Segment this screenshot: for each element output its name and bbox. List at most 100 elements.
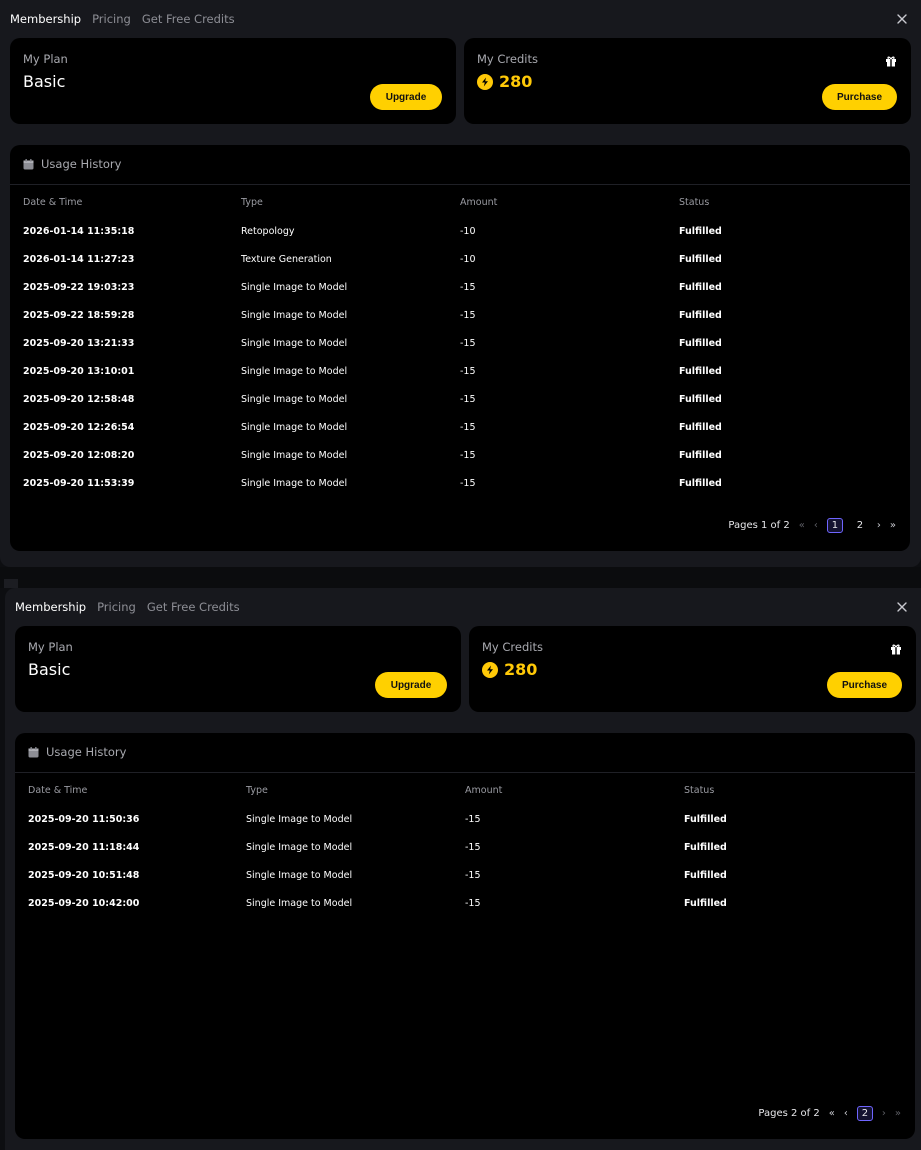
cell-amount: -15 xyxy=(465,841,481,853)
cell-date-time: 2025-09-20 11:50:36 xyxy=(28,813,140,825)
cell-type: Single Image to Model xyxy=(246,841,353,853)
cell-date-time: 2026-01-14 11:27:23 xyxy=(23,253,135,265)
tab-pricing[interactable]: Pricing xyxy=(92,12,131,26)
window-gap xyxy=(0,567,921,588)
cell-date-time: 2025-09-20 10:42:00 xyxy=(28,897,140,909)
pagination: Pages 1 of 2 « ‹ 1 2 › » xyxy=(728,518,896,533)
cell-amount: -15 xyxy=(460,365,476,377)
cell-amount: -10 xyxy=(460,225,476,237)
page-2-button[interactable]: 2 xyxy=(856,1106,873,1121)
cell-type: Texture Generation xyxy=(241,253,332,265)
cell-date-time: 2025-09-20 11:53:39 xyxy=(23,477,135,489)
cell-status: Fulfilled xyxy=(679,337,722,349)
upgrade-button[interactable]: Upgrade xyxy=(370,84,442,110)
usage-history-title: Usage History xyxy=(41,157,122,171)
table-row: 2025-09-20 12:08:20 Single Image to Model… xyxy=(23,441,897,469)
cell-status: Fulfilled xyxy=(679,225,722,237)
cell-type: Single Image to Model xyxy=(241,477,348,489)
close-icon[interactable] xyxy=(895,599,909,613)
usage-table: Date & Time Type Amount Status 2025-09-2… xyxy=(28,785,902,917)
cell-amount: -15 xyxy=(460,309,476,321)
pager-text: Pages 1 of 2 xyxy=(728,520,790,531)
tab-membership[interactable]: Membership xyxy=(15,600,86,614)
page-1-button[interactable]: 1 xyxy=(826,518,843,533)
table-row: 2025-09-20 10:42:00 Single Image to Model… xyxy=(28,889,902,917)
cell-amount: -15 xyxy=(465,813,481,825)
table-row: 2026-01-14 11:35:18 Retopology -10 Fulfille… xyxy=(23,217,897,245)
page-2-button[interactable]: 2 xyxy=(852,518,868,533)
first-page-icon[interactable]: « xyxy=(829,1108,835,1119)
cell-status: Fulfilled xyxy=(679,393,722,405)
my-credits-label: My Credits xyxy=(477,52,538,66)
usage-history-title: Usage History xyxy=(46,745,127,759)
tab-get-free-credits[interactable]: Get Free Credits xyxy=(142,12,235,26)
table-row: 2025-09-20 13:10:01 Single Image to Model… xyxy=(23,357,897,385)
cell-status: Fulfilled xyxy=(679,477,722,489)
prev-page-icon[interactable]: ‹ xyxy=(844,1108,848,1119)
column-type: Type xyxy=(246,785,268,796)
tab-get-free-credits[interactable]: Get Free Credits xyxy=(147,600,240,614)
my-credits-label: My Credits xyxy=(482,640,543,654)
cell-status: Fulfilled xyxy=(679,253,722,265)
gift-icon[interactable] xyxy=(885,52,897,67)
tab-membership[interactable]: Membership xyxy=(10,12,81,26)
tab-pricing[interactable]: Pricing xyxy=(97,600,136,614)
first-page-icon[interactable]: « xyxy=(799,520,805,531)
cell-status: Fulfilled xyxy=(679,421,722,433)
next-page-icon[interactable]: › xyxy=(882,1108,886,1119)
column-status: Status xyxy=(679,197,710,208)
usage-history-header: Usage History xyxy=(10,145,910,185)
cell-date-time: 2025-09-20 12:08:20 xyxy=(23,449,135,461)
usage-history-header: Usage History xyxy=(15,733,915,773)
close-icon[interactable] xyxy=(895,11,909,25)
pagination: Pages 2 of 2 « ‹ 2 › » xyxy=(758,1106,901,1121)
usage-history-panel: Usage History Date & Time Type Amount St… xyxy=(10,145,910,551)
cell-type: Single Image to Model xyxy=(241,421,348,433)
table-row: 2026-01-14 11:27:23 Texture Generation -10… xyxy=(23,245,897,273)
cell-type: Single Image to Model xyxy=(241,337,348,349)
cell-amount: -15 xyxy=(465,897,481,909)
pager-text: Pages 2 of 2 xyxy=(758,1108,820,1119)
prev-page-icon[interactable]: ‹ xyxy=(814,520,818,531)
table-row: 2025-09-20 13:21:33 Single Image to Model… xyxy=(23,329,897,357)
table-row: 2025-09-20 12:26:54 Single Image to Model… xyxy=(23,413,897,441)
table-row: 2025-09-20 12:58:48 Single Image to Model… xyxy=(23,385,897,413)
lightning-icon xyxy=(477,73,493,90)
table-header: Date & Time Type Amount Status xyxy=(28,785,902,805)
cell-type: Single Image to Model xyxy=(246,897,353,909)
upgrade-button[interactable]: Upgrade xyxy=(375,672,447,698)
cell-date-time: 2025-09-20 10:51:48 xyxy=(28,869,140,881)
cell-date-time: 2025-09-20 12:26:54 xyxy=(23,421,135,433)
my-credits-card: My Credits 280 Purchase xyxy=(469,626,916,712)
purchase-button[interactable]: Purchase xyxy=(822,84,897,110)
plan-name: Basic xyxy=(28,660,71,679)
table-row: 2025-09-20 11:18:44 Single Image to Model… xyxy=(28,833,902,861)
cell-amount: -15 xyxy=(460,337,476,349)
cell-type: Single Image to Model xyxy=(246,869,353,881)
last-page-icon[interactable]: » xyxy=(890,520,896,531)
cell-type: Single Image to Model xyxy=(241,393,348,405)
tab-bar: Membership Pricing Get Free Credits xyxy=(10,0,235,38)
cell-status: Fulfilled xyxy=(684,897,727,909)
credit-value: 280 xyxy=(499,72,533,91)
cell-type: Single Image to Model xyxy=(241,309,348,321)
last-page-icon[interactable]: » xyxy=(895,1108,901,1119)
table-body: 2026-01-14 11:35:18 Retopology -10 Fulfille… xyxy=(23,217,897,497)
cell-status: Fulfilled xyxy=(684,869,727,881)
gift-icon[interactable] xyxy=(890,640,902,655)
my-plan-label: My Plan xyxy=(23,52,68,66)
cell-status: Fulfilled xyxy=(679,365,722,377)
credit-balance: 280 xyxy=(477,72,532,91)
cell-amount: -15 xyxy=(460,477,476,489)
next-page-icon[interactable]: › xyxy=(877,520,881,531)
cell-type: Retopology xyxy=(241,225,295,237)
cell-amount: -10 xyxy=(460,253,476,265)
cell-date-time: 2025-09-22 19:03:23 xyxy=(23,281,135,293)
cell-status: Fulfilled xyxy=(684,813,727,825)
cell-date-time: 2025-09-20 13:10:01 xyxy=(23,365,135,377)
membership-dialog: Membership Pricing Get Free Credits My P… xyxy=(0,0,921,567)
table-row: 2025-09-22 19:03:23 Single Image to Model… xyxy=(23,273,897,301)
purchase-button[interactable]: Purchase xyxy=(827,672,902,698)
cell-amount: -15 xyxy=(465,869,481,881)
cell-amount: -15 xyxy=(460,449,476,461)
